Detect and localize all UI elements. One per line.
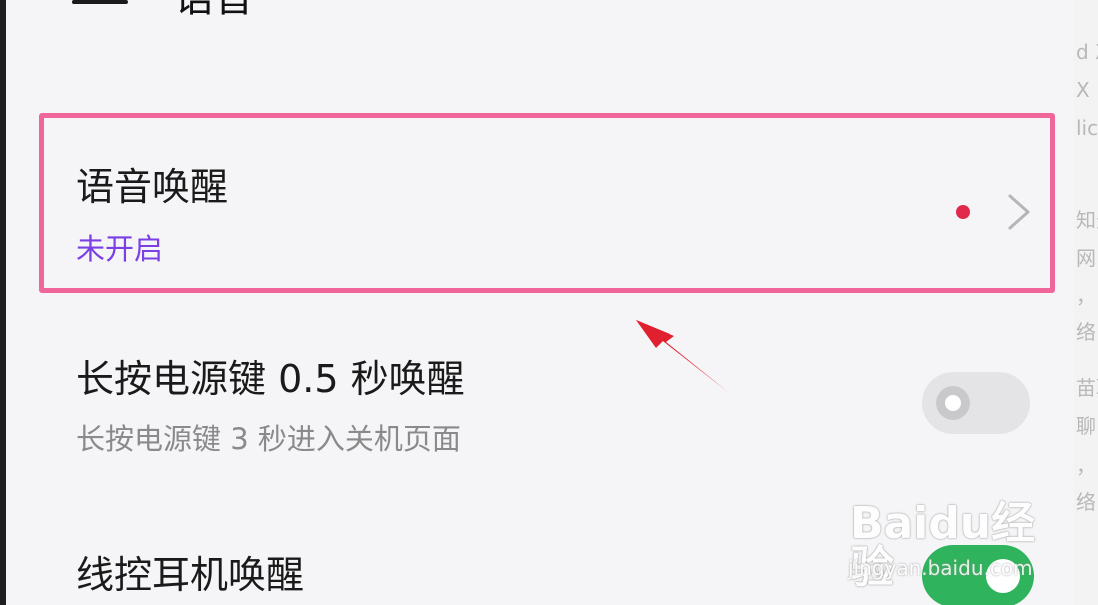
side-fragment: d X bbox=[1076, 40, 1098, 64]
page-title: 语音 bbox=[174, 0, 254, 18]
watermark-url: jingyan.baidu.com bbox=[848, 556, 1033, 580]
side-fragment: 网 bbox=[1076, 246, 1096, 270]
side-fragment: 络 bbox=[1076, 320, 1096, 344]
side-fragment: ， bbox=[1076, 454, 1096, 478]
back-arrow-icon[interactable] bbox=[70, 0, 130, 26]
settings-screen: 语音 语音唤醒 未开启 长按电源键 0.5 秒唤醒 长按电源键 3 秒进入关机页… bbox=[6, 0, 1074, 605]
side-fragment: 苗聊 bbox=[1076, 376, 1098, 400]
side-fragment: 聊 bbox=[1076, 414, 1096, 438]
side-fragment: lic bbox=[1076, 116, 1098, 140]
red-arrow-annotation bbox=[636, 320, 728, 392]
side-fragment: ， bbox=[1076, 284, 1096, 308]
setting-description: 长按电源键 3 秒进入关机页面 bbox=[76, 422, 461, 456]
setting-title: 长按电源键 0.5 秒唤醒 bbox=[76, 357, 465, 401]
toggle-knob bbox=[936, 386, 970, 420]
side-fragment: X bbox=[1076, 78, 1090, 102]
highlight-box bbox=[39, 113, 1055, 293]
power-key-toggle[interactable] bbox=[922, 372, 1030, 434]
side-fragment: 络 bbox=[1076, 490, 1096, 514]
baidu-watermark: Baidu经验 jingyan.baidu.com bbox=[844, 488, 1054, 590]
setting-title: 线控耳机唤醒 bbox=[76, 553, 305, 597]
side-fragment: 知天 bbox=[1076, 208, 1098, 232]
background-page-strip: d X X lic 知天 网 ， 络 苗聊 聊 ， 络 bbox=[1074, 0, 1098, 605]
